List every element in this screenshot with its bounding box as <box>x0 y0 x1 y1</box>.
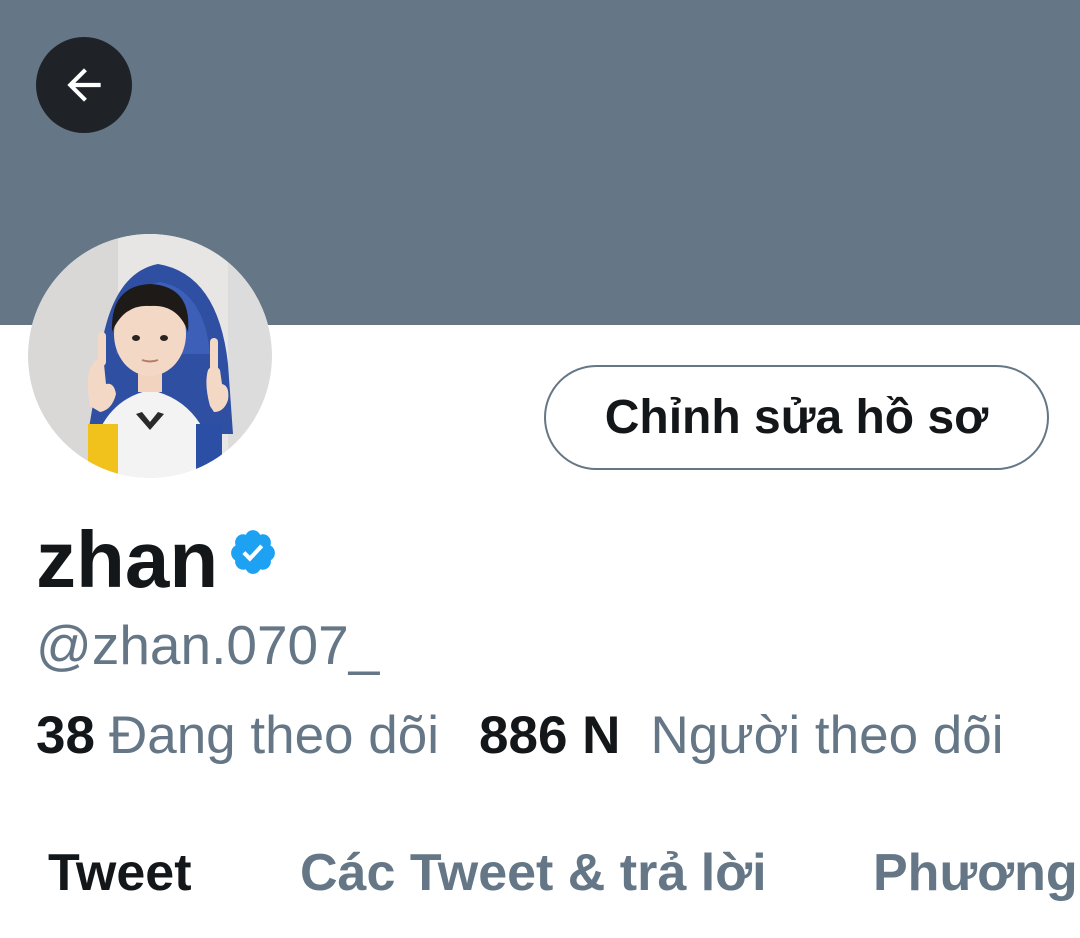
following-count: 38 <box>36 705 95 765</box>
tab-media[interactable]: Phương <box>873 830 1078 916</box>
profile-handle: @zhan.0707_ <box>36 614 380 676</box>
tab-tweets-and-replies[interactable]: Các Tweet & trả lời <box>300 830 767 916</box>
following-link[interactable]: 38 Đang theo dõi <box>36 705 439 766</box>
tab-tweets[interactable]: Tweet <box>48 830 192 916</box>
followers-link[interactable]: 886 N Người theo dõi <box>479 705 1004 766</box>
display-name-row: zhan <box>36 515 278 605</box>
verified-badge-icon <box>231 530 276 574</box>
edit-profile-button[interactable]: Chỉnh sửa hồ sơ <box>544 365 1049 470</box>
follow-stats: 38 Đang theo dõi 886 N Người theo dõi <box>36 700 1004 770</box>
avatar-photo <box>28 234 272 478</box>
profile-page: Chỉnh sửa hồ sơ zhan @zhan.0707_ 38 Đang … <box>0 0 1080 938</box>
followers-label: Người theo dõi <box>650 705 1004 765</box>
display-name: zhan <box>36 515 219 604</box>
following-label: Đang theo dõi <box>108 705 439 765</box>
followers-count: 886 N <box>479 705 621 765</box>
avatar[interactable] <box>28 234 272 478</box>
back-button[interactable] <box>36 37 132 133</box>
profile-tabs: Tweet Các Tweet & trả lời Phương <box>0 830 1080 920</box>
arrow-left-icon <box>67 68 101 102</box>
